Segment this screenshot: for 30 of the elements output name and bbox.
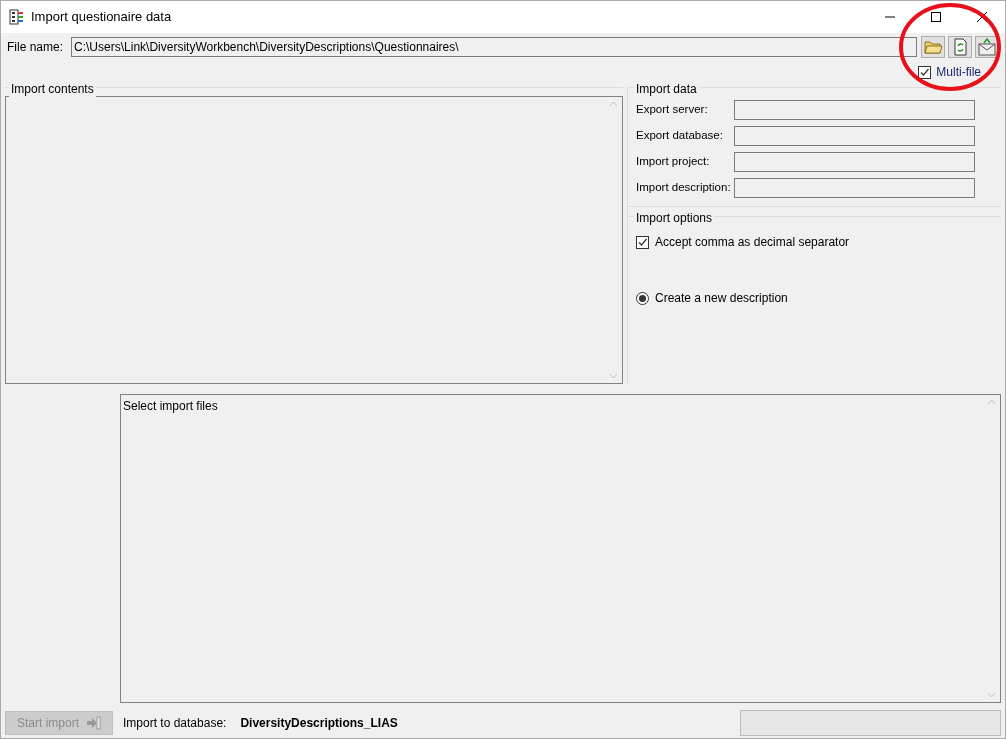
text-field[interactable]: [734, 126, 975, 146]
radio-button[interactable]: [636, 291, 649, 305]
send-button[interactable]: [975, 36, 999, 58]
check-icon: [919, 66, 931, 78]
maximize-icon: [929, 11, 943, 23]
field-label: Import project:: [636, 154, 711, 170]
database-name: DiversityDescriptions_LIAS: [240, 715, 398, 732]
window-title: Import questionaire data: [31, 8, 172, 27]
multi-file-checkbox[interactable]: [918, 65, 932, 79]
app-icon: [9, 9, 25, 25]
text-field[interactable]: [734, 152, 975, 172]
field-label: Import description:: [636, 180, 732, 196]
database-label: Import to database:: [123, 715, 227, 732]
arrow-icon: [85, 716, 101, 730]
field-label: File name:: [7, 39, 64, 56]
reload-button[interactable]: [948, 36, 972, 58]
text-field[interactable]: [734, 100, 975, 120]
checkbox-label: Multi-file: [936, 64, 981, 81]
envelope-icon: [977, 37, 997, 57]
file-name-field[interactable]: C:\Users\Link\DiversityWorkbench\DiversityDescriptions\Questionnaires\: [71, 37, 917, 57]
checkbox[interactable]: [636, 235, 649, 249]
text-field[interactable]: [734, 178, 975, 198]
field-label: Export server:: [636, 102, 709, 118]
open-folder-button[interactable]: [921, 36, 945, 58]
check-icon: [637, 236, 648, 248]
option-label: Create a new description: [655, 290, 788, 307]
field-label: Export database:: [636, 128, 724, 144]
option-label: Accept comma as decimal separator: [655, 234, 850, 251]
log-text: Select import files: [122, 398, 219, 415]
close-icon: [975, 11, 989, 23]
